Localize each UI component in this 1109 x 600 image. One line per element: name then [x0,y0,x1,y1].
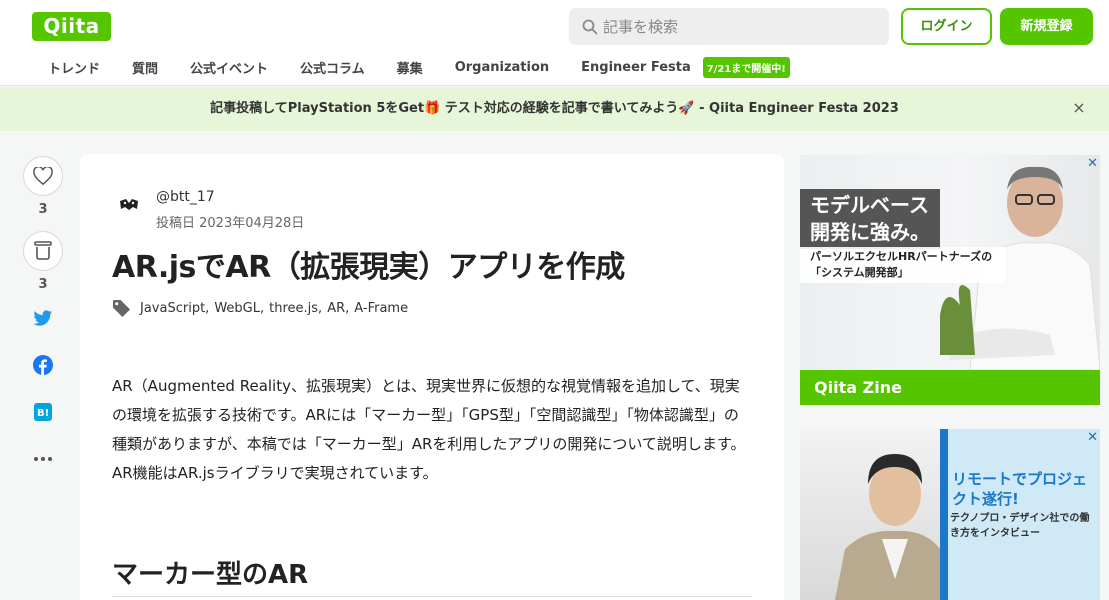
like-count: 3 [38,202,48,217]
nav-item-recruit[interactable]: 募集 [381,58,439,77]
tag-icon [112,299,131,318]
stock-count: 3 [38,277,48,292]
tag-a-frame[interactable]: A-Frame [354,301,408,316]
tag-ar[interactable]: AR [327,301,345,316]
author-name[interactable]: @btt_17 [156,189,215,205]
ad-headline: モデルベース開発に強み。 [800,189,940,249]
facebook-share-button[interactable] [22,353,64,377]
article-title: AR.jsでAR（拡張現実）アプリを作成 [112,250,625,285]
ad-person-illustration [835,454,945,600]
stock-icon [34,241,52,260]
twitter-icon [33,309,53,326]
hatena-bookmark-button[interactable]: B! [22,400,64,424]
tag-separator: , [205,301,210,316]
heart-icon [33,167,53,185]
main-nav: トレンド 質問 公式イベント 公式コラム 募集 Organization Eng… [32,52,790,82]
posted-date: 投稿日 2023年04月28日 [156,216,305,231]
nav-item-trend[interactable]: トレンド [32,58,116,77]
qiita-logo[interactable]: Qiita [32,12,111,41]
ad-close-icon[interactable]: ✕ [1087,156,1098,171]
ad-accent-stripe [940,429,948,600]
ad-headline: リモートでプロジェクト遂行! [952,470,1088,508]
ad-close-icon[interactable]: ✕ [1087,430,1098,445]
author-avatar[interactable] [116,194,142,216]
nav-item-official-columns[interactable]: 公式コラム [284,58,381,77]
search-box[interactable] [569,8,889,45]
more-actions-button[interactable] [22,447,64,471]
tag-separator: , [345,301,350,316]
tag-separator: , [259,301,265,316]
ad-subtitle: テクノプロ・デザイン社での働き方をインタビュー [950,513,1090,539]
article-card: @btt_17 投稿日 2023年04月28日 AR.jsでAR（拡張現実）アプ… [80,154,784,600]
nav-item-official-events[interactable]: 公式イベント [174,58,284,77]
site-header: Qiita ログイン 新規登録 トレンド 質問 公式イベント 公式コラム 募集 … [0,0,1109,86]
promo-banner: 記事投稿してPlayStation 5をGet🎁 テスト対応の経験を記事で書いて… [0,87,1109,131]
like-button[interactable] [23,156,63,196]
signup-button[interactable]: 新規登録 [1000,8,1093,45]
nav-item-engineer-festa[interactable]: Engineer Festa [565,60,707,75]
banner-close-icon[interactable]: × [1071,100,1087,116]
twitter-share-button[interactable] [22,306,64,330]
ad-subtitle: パーソルエクセルHRパートナーズの「システム開発部」 [800,247,1005,283]
tag-list: JavaScript, WebGL, three.js, AR, A-Frame [112,299,408,318]
tag-separator: , [318,301,323,316]
hatena-bookmark-icon: B! [34,403,52,421]
festa-badge: 7/21まで開催中! [702,56,790,78]
svg-text:B!: B! [37,408,49,419]
stock-button[interactable] [23,231,63,271]
tag-webgl[interactable]: WebGL [214,301,260,316]
heading-divider [112,596,752,597]
sidebar-ad-model-based[interactable]: モデルベース開発に強み。 パーソルエクセルHRパートナーズの「システム開発部」 … [800,155,1100,405]
search-icon [582,19,598,35]
tag-javascript[interactable]: JavaScript [140,301,205,316]
facebook-icon [33,355,53,375]
banner-text[interactable]: 記事投稿してPlayStation 5をGet🎁 テスト対応の経験を記事で書いて… [0,87,1109,131]
article-action-rail: 3 3 B! [22,156,64,494]
login-button[interactable]: ログイン [901,8,992,45]
sidebar-ad-remote-project[interactable]: リモートでプロジェクト遂行! テクノプロ・デザイン社での働き方をインタビュー ✕ [800,429,1100,600]
section-heading: マーカー型のAR [112,560,309,590]
more-icon [34,457,52,461]
tag-threejs[interactable]: three.js [269,301,318,316]
ad-footer-brand: Qiita Zine [800,370,1100,405]
nav-item-questions[interactable]: 質問 [116,58,174,77]
search-input[interactable] [603,8,873,45]
nav-item-organization[interactable]: Organization [439,60,565,75]
article-intro-paragraph: AR（Augmented Reality、拡張現実）とは、現実世界に仮想的な視覚… [112,377,746,482]
